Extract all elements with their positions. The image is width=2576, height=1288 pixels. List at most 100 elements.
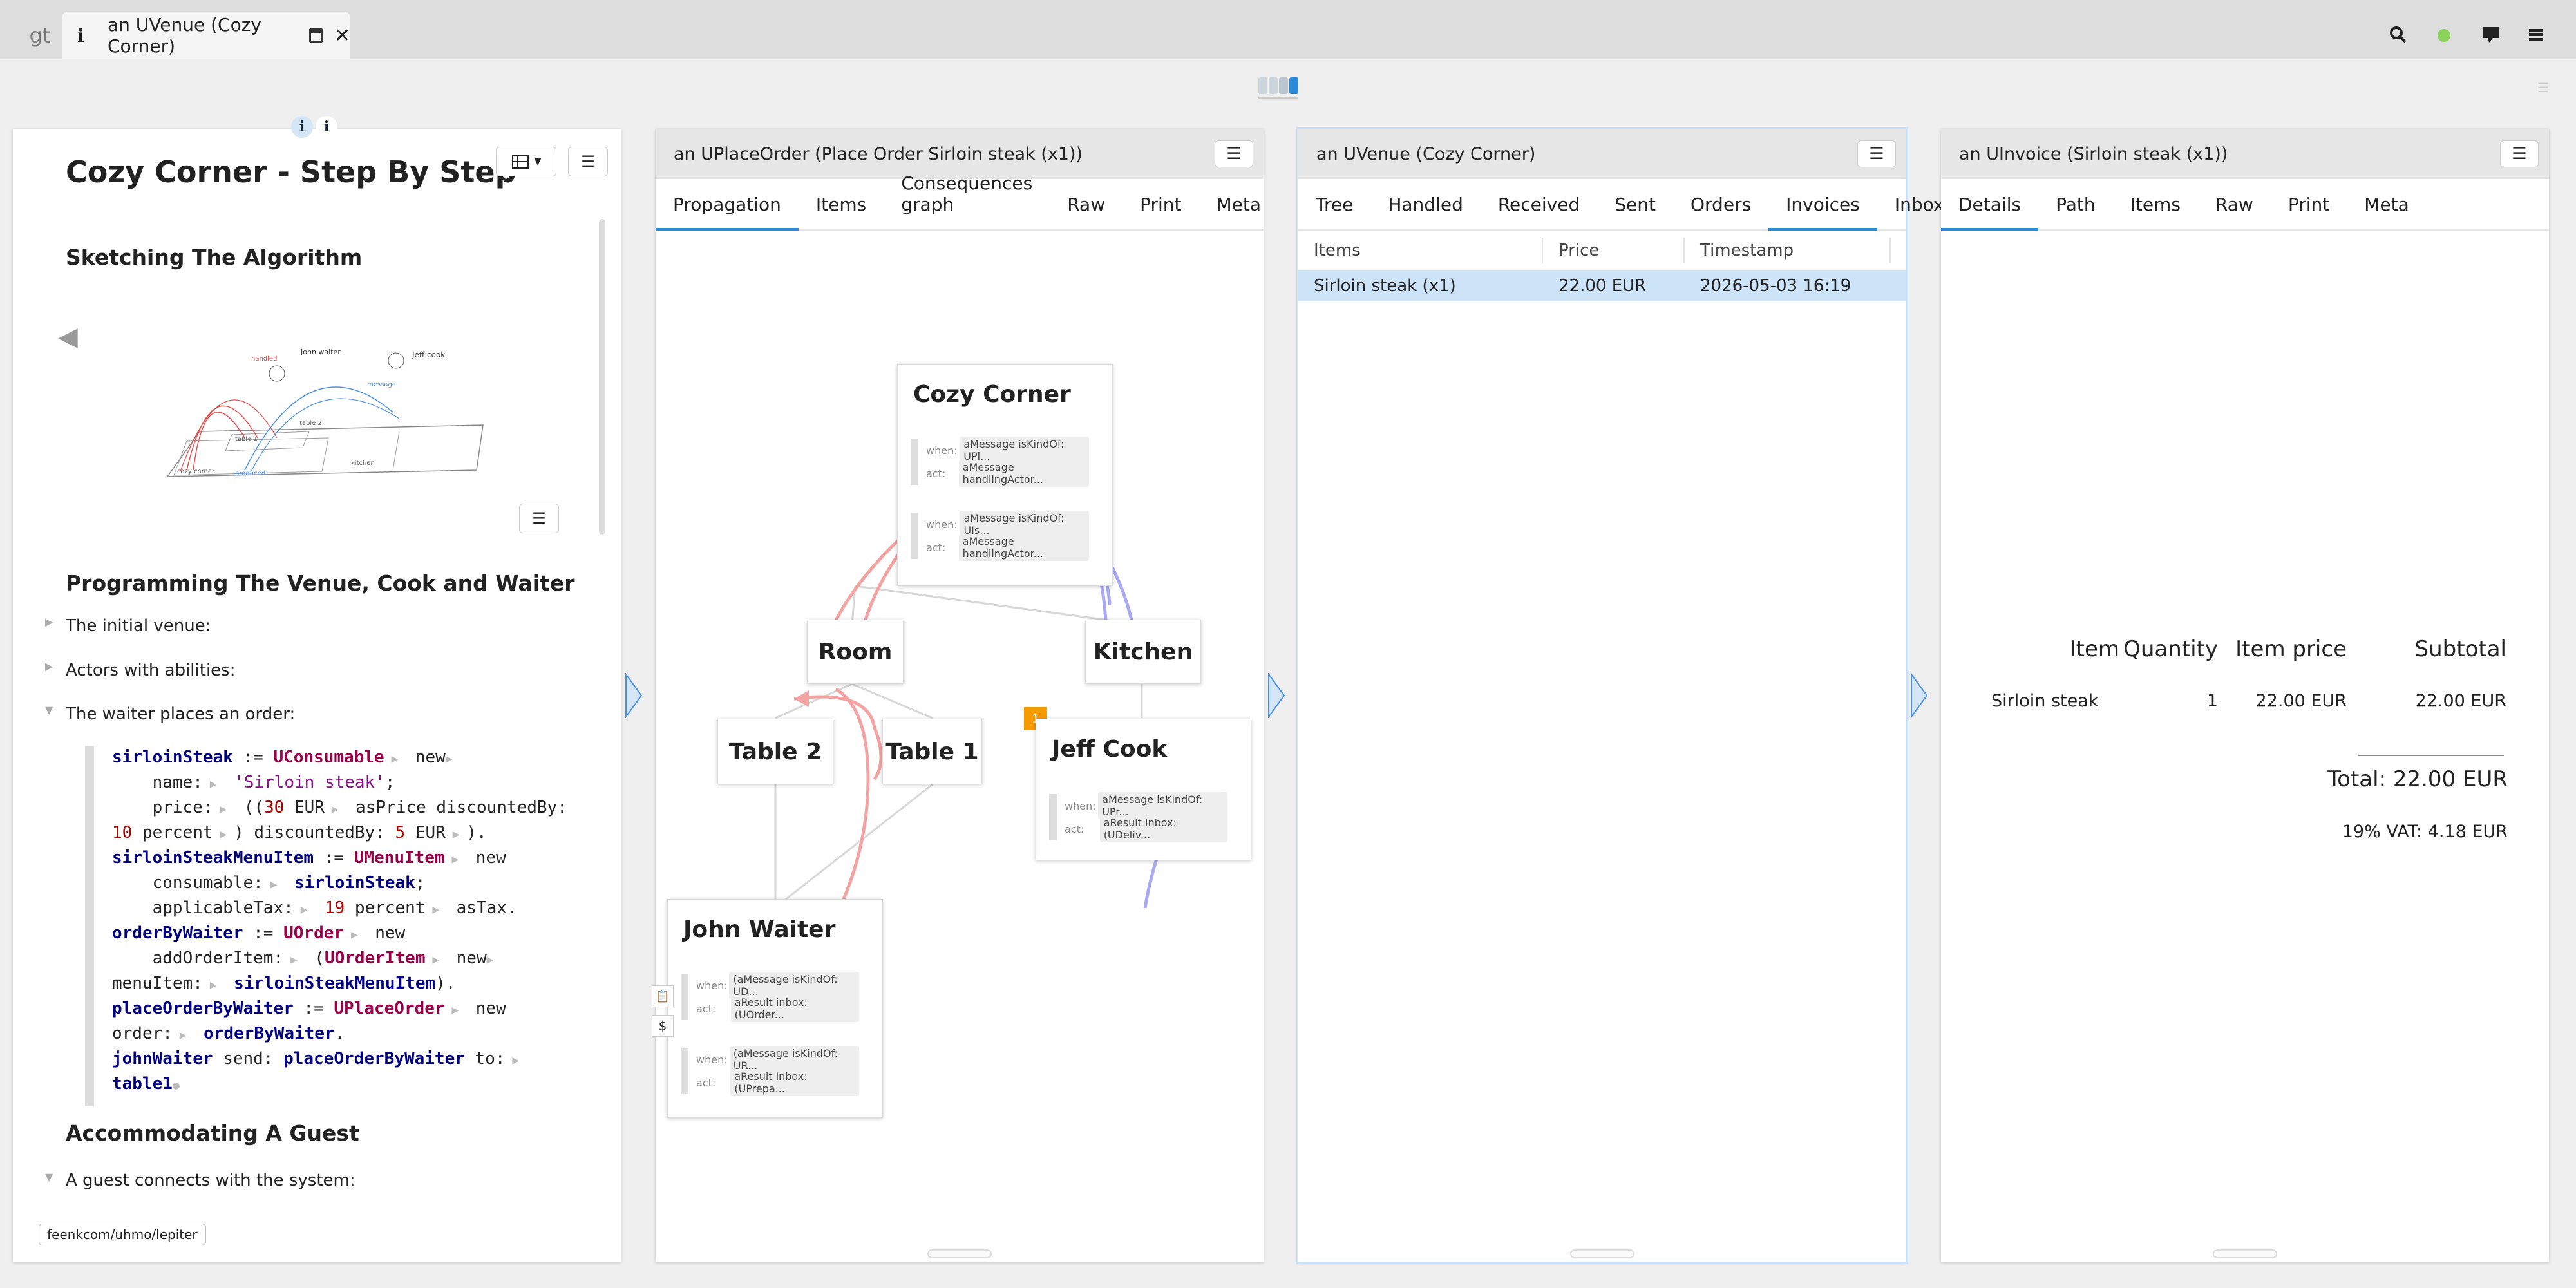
tab-meta[interactable]: Meta bbox=[2347, 194, 2427, 229]
ability-box[interactable]: when: aMessage isKindOf: UPr... act: aResu… bbox=[1049, 792, 1227, 842]
list-item-initial-venue: The initial venue: bbox=[66, 616, 211, 636]
ability-box[interactable]: when: (aMessage isKindOf: UD... act: aResu… bbox=[681, 972, 859, 1022]
tab-items[interactable]: Items bbox=[2113, 194, 2198, 229]
tab-title: an UVenue (Cozy Corner) bbox=[107, 14, 261, 57]
heading-accommodating: Accommodating A Guest bbox=[66, 1121, 359, 1146]
tab-uvenue[interactable]: i an UVenue (Cozy Corner) ✕ bbox=[62, 12, 350, 59]
tab-orders[interactable]: Orders bbox=[1673, 194, 1768, 229]
snippet-menu-button[interactable]: ☰ bbox=[519, 504, 559, 533]
invoice-header-item-price: Item price bbox=[2235, 636, 2347, 662]
collapse-triangle-icon[interactable]: ▼ bbox=[45, 1171, 53, 1183]
view-selector-button[interactable]: ▼ bbox=[496, 147, 556, 176]
venue-inspector-pane: an UVenue (Cozy Corner) ☰ Tree Handled R… bbox=[1298, 129, 1944, 1262]
ability-box[interactable]: when: aMessage isKindOf: UPl... act: aMess… bbox=[911, 437, 1089, 487]
tab-received[interactable]: Received bbox=[1481, 194, 1597, 229]
sketch-label-kitchen: kitchen bbox=[351, 460, 375, 467]
sketch-label-waiter: John waiter bbox=[300, 348, 341, 356]
sketch-label-message: message bbox=[367, 381, 396, 388]
pane-menu-button[interactable]: ☰ bbox=[2500, 140, 2539, 167]
pane-header: an UVenue (Cozy Corner) bbox=[1298, 129, 1906, 179]
column-header-items[interactable]: Items bbox=[1298, 238, 1543, 263]
gt-home-tab[interactable]: gt bbox=[19, 12, 61, 59]
graph-node-table-2[interactable]: Table 2 bbox=[717, 719, 833, 784]
graph-node-john-waiter[interactable]: John Waiter when: (aMessage isKindOf: UD.… bbox=[667, 899, 883, 1118]
code-snippet[interactable]: sirloinSteak := UConsumable ▶ new▶ name:… bbox=[85, 746, 600, 1106]
tab-sent[interactable]: Sent bbox=[1597, 194, 1673, 229]
dollar-icon[interactable]: $ bbox=[652, 1015, 674, 1037]
pane-expand-arrow-icon[interactable] bbox=[625, 673, 643, 718]
node-title: John Waiter bbox=[683, 916, 836, 943]
graph-node-room[interactable]: Room bbox=[807, 620, 904, 684]
inspect-object-icon[interactable]: i bbox=[291, 116, 313, 138]
ability-box[interactable]: when: aMessage isKindOf: UIs... act: aMess… bbox=[911, 511, 1089, 561]
tab-path[interactable]: Path bbox=[2038, 194, 2113, 229]
pane-title: an UInvoice (Sirloin steak (x1)) bbox=[1959, 144, 2228, 164]
inspect-page-icon[interactable]: i bbox=[316, 116, 337, 138]
list-item-waiter-order: The waiter places an order: bbox=[66, 705, 296, 724]
cell-price: 22.00 EUR bbox=[1558, 276, 1647, 296]
tab-invoices[interactable]: Invoices bbox=[1768, 194, 1877, 231]
page-menu-button[interactable]: ☰ bbox=[568, 147, 608, 176]
pager-menu-icon[interactable]: ☰ bbox=[2537, 80, 2549, 95]
repository-url-link[interactable]: feenkcom/uhmo/lepiter bbox=[39, 1224, 206, 1245]
scrollbar[interactable] bbox=[599, 219, 605, 535]
pane-expand-arrow-icon[interactable] bbox=[1267, 673, 1285, 718]
pane-resize-handle[interactable] bbox=[927, 1249, 992, 1258]
pane-resize-handle[interactable] bbox=[1570, 1249, 1634, 1258]
column-header-price[interactable]: Price bbox=[1543, 238, 1685, 263]
tab-raw[interactable]: Raw bbox=[2198, 194, 2271, 229]
menu-icon[interactable] bbox=[2523, 22, 2549, 48]
inspector-icon: i bbox=[77, 24, 84, 46]
graph-node-table-1[interactable]: Table 1 bbox=[882, 719, 982, 784]
close-icon[interactable]: ✕ bbox=[334, 24, 350, 47]
tab-tree[interactable]: Tree bbox=[1298, 194, 1370, 229]
algorithm-sketch-image[interactable]: handled John waiter Jeff cook message ta… bbox=[148, 322, 496, 489]
pager-page-3[interactable] bbox=[1279, 77, 1288, 94]
pane-title: an UVenue (Cozy Corner) bbox=[1316, 144, 1536, 164]
tab-details[interactable]: Details bbox=[1941, 194, 2039, 231]
heading-sketching: Sketching The Algorithm bbox=[66, 245, 363, 270]
invoice-cell-item-price: 22.00 EUR bbox=[2255, 691, 2347, 711]
invoice-cell-quantity: 1 bbox=[2206, 691, 2218, 711]
graph-node-cozy-corner[interactable]: Cozy Corner when: aMessage isKindOf: UPl.… bbox=[897, 364, 1113, 586]
pager-underline bbox=[1258, 97, 1298, 99]
node-title: Jeff Cook bbox=[1052, 736, 1168, 762]
expand-triangle-icon[interactable]: ▶ bbox=[45, 616, 53, 628]
collapse-triangle-icon[interactable]: ▼ bbox=[45, 704, 53, 716]
status-dot-icon bbox=[2438, 29, 2450, 42]
expand-triangle-icon[interactable]: ▶ bbox=[45, 660, 53, 672]
tab-print[interactable]: Print bbox=[2271, 194, 2347, 229]
table-row[interactable]: Sirloin steak (x1) 22.00 EUR 2026-05-03 … bbox=[1298, 270, 1906, 301]
graph-node-jeff-cook[interactable]: Jeff Cook when: aMessage isKindOf: UPr...… bbox=[1036, 719, 1251, 860]
column-header-timestamp[interactable]: Timestamp bbox=[1685, 238, 1891, 263]
carousel-left-icon[interactable]: ◀ bbox=[58, 322, 78, 352]
window-icon[interactable] bbox=[309, 28, 323, 43]
chevron-down-icon: ▼ bbox=[534, 156, 542, 167]
cell-item: Sirloin steak (x1) bbox=[1314, 276, 1456, 296]
invoice-inspector-pane: an UInvoice (Sirloin steak (x1)) ☰ Detai… bbox=[1941, 129, 2549, 1262]
invoice-total: Total: 22.00 EUR bbox=[2327, 766, 2508, 792]
tab-handled[interactable]: Handled bbox=[1370, 194, 1481, 229]
pane-header: an UInvoice (Sirloin steak (x1)) bbox=[1941, 129, 2549, 179]
heading-programming: Programming The Venue, Cook and Waiter bbox=[66, 571, 575, 596]
pane-expand-arrow-icon[interactable] bbox=[1910, 673, 1928, 718]
graph-node-kitchen[interactable]: Kitchen bbox=[1085, 620, 1201, 684]
sketch-label-produced: produced bbox=[235, 470, 265, 477]
clipboard-icon[interactable]: 📋 bbox=[652, 985, 674, 1007]
grid-icon bbox=[511, 155, 529, 169]
invoice-header-quantity: Quantity bbox=[2123, 636, 2218, 662]
ability-box[interactable]: when: (aMessage isKindOf: UR... act: aResu… bbox=[681, 1046, 859, 1096]
invoice-header-subtotal: Subtotal bbox=[2414, 636, 2506, 662]
sketch-label-table2: table 2 bbox=[299, 420, 322, 427]
lepiter-page-pane: i i Cozy Corner - Step By Step ▼ ☰ Sketc… bbox=[13, 116, 621, 1262]
pane-menu-button[interactable]: ☰ bbox=[1857, 140, 1896, 167]
invoice-header-item: Item bbox=[2069, 636, 2119, 662]
list-item-actors: Actors with abilities: bbox=[66, 661, 236, 680]
pager-page-1[interactable] bbox=[1258, 77, 1267, 94]
pager-page-2[interactable] bbox=[1269, 77, 1278, 94]
search-icon[interactable] bbox=[2385, 22, 2411, 48]
comment-icon[interactable] bbox=[2478, 22, 2504, 48]
pane-resize-handle[interactable] bbox=[2213, 1249, 2277, 1258]
pager-page-4[interactable] bbox=[1289, 77, 1298, 94]
total-divider bbox=[2358, 755, 2504, 756]
